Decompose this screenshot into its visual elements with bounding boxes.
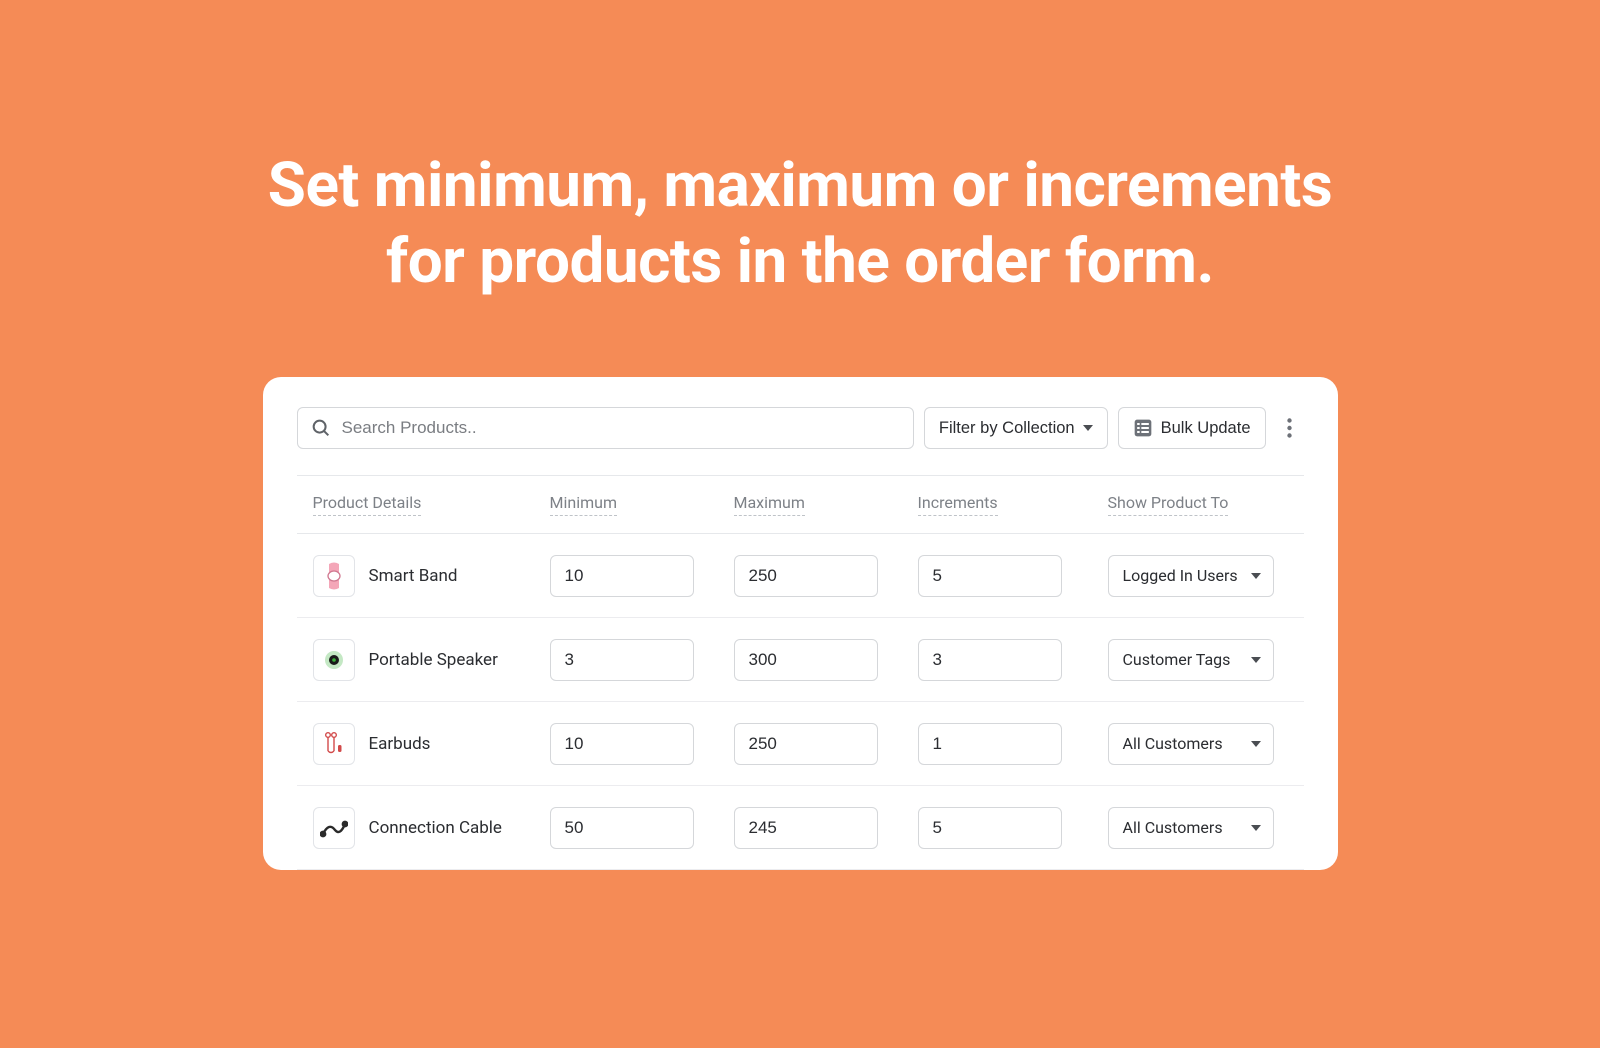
product-name: Portable Speaker [369,650,498,670]
product-cell: Smart Band [313,555,550,597]
list-icon [1133,418,1153,438]
product-cell: Connection Cable [313,807,550,849]
minimum-input[interactable] [550,723,694,765]
product-cell: Earbuds [313,723,550,765]
maximum-input[interactable] [734,807,878,849]
bulk-label: Bulk Update [1161,419,1251,438]
more-actions-button[interactable] [1276,407,1304,449]
filter-label: Filter by Collection [939,419,1075,438]
increments-input[interactable] [918,639,1062,681]
product-thumb-smart-band [313,555,355,597]
chevron-down-icon [1251,825,1261,831]
table-header: Product Details Minimum Maximum Incremen… [297,476,1304,534]
minimum-input[interactable] [550,639,694,681]
product-table: Product Details Minimum Maximum Incremen… [297,475,1304,870]
toolbar: Filter by Collection Bulk Update [297,407,1304,449]
select-value: All Customers [1123,818,1223,837]
col-minimum: Minimum [550,493,617,516]
table-row: Connection Cable All Customers [297,786,1304,870]
show-product-to-select[interactable]: Logged In Users [1108,555,1274,597]
filter-by-collection-button[interactable]: Filter by Collection [924,407,1108,449]
search-icon [310,417,332,439]
chevron-down-icon [1083,425,1093,431]
select-value: Customer Tags [1123,650,1231,669]
headline-line2: for products in the order form. [386,225,1214,298]
col-product-details: Product Details [313,493,422,516]
increments-input[interactable] [918,807,1062,849]
chevron-down-icon [1251,741,1261,747]
search-wrapper[interactable] [297,407,914,449]
table-row: Portable Speaker Customer Tags [297,618,1304,702]
product-name: Connection Cable [369,818,502,838]
bulk-update-button[interactable]: Bulk Update [1118,407,1266,449]
show-product-to-select[interactable]: All Customers [1108,723,1274,765]
col-increments: Increments [918,493,998,516]
product-name: Smart Band [369,566,458,586]
product-cell: Portable Speaker [313,639,550,681]
product-thumb-earbuds [313,723,355,765]
maximum-input[interactable] [734,555,878,597]
maximum-input[interactable] [734,723,878,765]
chevron-down-icon [1251,573,1261,579]
minimum-input[interactable] [550,807,694,849]
headline-line1: Set minimum, maximum or increments [268,149,1332,222]
col-maximum: Maximum [734,493,805,516]
increments-input[interactable] [918,555,1062,597]
settings-card: Filter by Collection Bulk Update Product… [263,377,1338,870]
product-thumb-portable-speaker [313,639,355,681]
show-product-to-select[interactable]: Customer Tags [1108,639,1274,681]
product-thumb-connection-cable [313,807,355,849]
increments-input[interactable] [918,723,1062,765]
product-name: Earbuds [369,734,431,754]
minimum-input[interactable] [550,555,694,597]
show-product-to-select[interactable]: All Customers [1108,807,1274,849]
select-value: All Customers [1123,734,1223,753]
page-headline: Set minimum, maximum or increments for p… [0,148,1600,299]
chevron-down-icon [1251,657,1261,663]
col-show-product-to: Show Product To [1108,493,1229,516]
maximum-input[interactable] [734,639,878,681]
search-input[interactable] [342,418,901,438]
select-value: Logged In Users [1123,566,1238,585]
table-row: Smart Band Logged In Users [297,534,1304,618]
table-row: Earbuds All Customers [297,702,1304,786]
kebab-icon [1287,418,1292,438]
